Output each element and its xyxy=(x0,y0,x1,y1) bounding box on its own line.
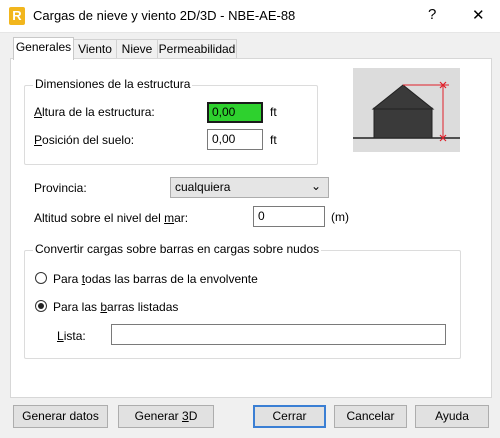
close-icon[interactable]: ✕ xyxy=(472,6,485,24)
tab-generales[interactable]: Generales xyxy=(13,37,74,60)
building-diagram-icon xyxy=(353,81,460,142)
dimensions-group: Dimensiones de la estructura xyxy=(24,77,318,165)
cancel-button[interactable]: Cancelar xyxy=(334,405,407,428)
title-bar: R Cargas de nieve y viento 2D/3D - NBE-A… xyxy=(0,0,500,33)
list-label: Lista: xyxy=(57,329,86,343)
floor-position-input[interactable]: 0,00 xyxy=(207,129,263,150)
all-bars-radio[interactable] xyxy=(35,272,47,284)
structure-height-unit: ft xyxy=(270,105,277,119)
listed-bars-label[interactable]: Para las barras listadas xyxy=(53,300,178,314)
structure-height-label: Altura de la estructura: xyxy=(34,105,155,119)
dimensions-group-label: Dimensiones de la estructura xyxy=(33,77,193,91)
province-label: Provincia: xyxy=(34,181,87,195)
tab-viento[interactable]: Viento xyxy=(73,39,117,59)
province-selected-value: cualquiera xyxy=(175,180,231,194)
help-button[interactable]: Ayuda xyxy=(415,405,489,428)
close-button[interactable]: Cerrar xyxy=(253,405,326,428)
convert-loads-group-label: Convertir cargas sobre barras en cargas … xyxy=(33,242,322,256)
generate-data-button[interactable]: Generar datos xyxy=(13,405,108,428)
province-select[interactable]: cualquiera ⌄ xyxy=(170,177,329,198)
altitude-input[interactable]: 0 xyxy=(253,206,325,227)
generate-3d-button[interactable]: Generar 3D xyxy=(118,405,214,428)
tab-permeabilidad[interactable]: Permeabilidad xyxy=(157,39,237,59)
app-logo-icon: R xyxy=(9,7,25,25)
all-bars-label[interactable]: Para todas las barras de la envolvente xyxy=(53,272,258,286)
window-title: Cargas de nieve y viento 2D/3D - NBE-AE-… xyxy=(33,8,296,23)
altitude-unit: (m) xyxy=(331,210,349,224)
bar-list-input[interactable] xyxy=(111,324,446,345)
structure-height-input[interactable]: 0,00 xyxy=(207,102,263,123)
tab-nieve[interactable]: Nieve xyxy=(116,39,158,59)
floor-position-unit: ft xyxy=(270,133,277,147)
listed-bars-radio[interactable] xyxy=(35,300,47,312)
floor-position-label: Posición del suelo: xyxy=(34,133,135,147)
chevron-down-icon: ⌄ xyxy=(310,179,321,193)
help-icon[interactable]: ? xyxy=(428,6,436,23)
altitude-label: Altitud sobre el nivel del mar: xyxy=(34,211,189,225)
structure-diagram xyxy=(353,68,460,152)
